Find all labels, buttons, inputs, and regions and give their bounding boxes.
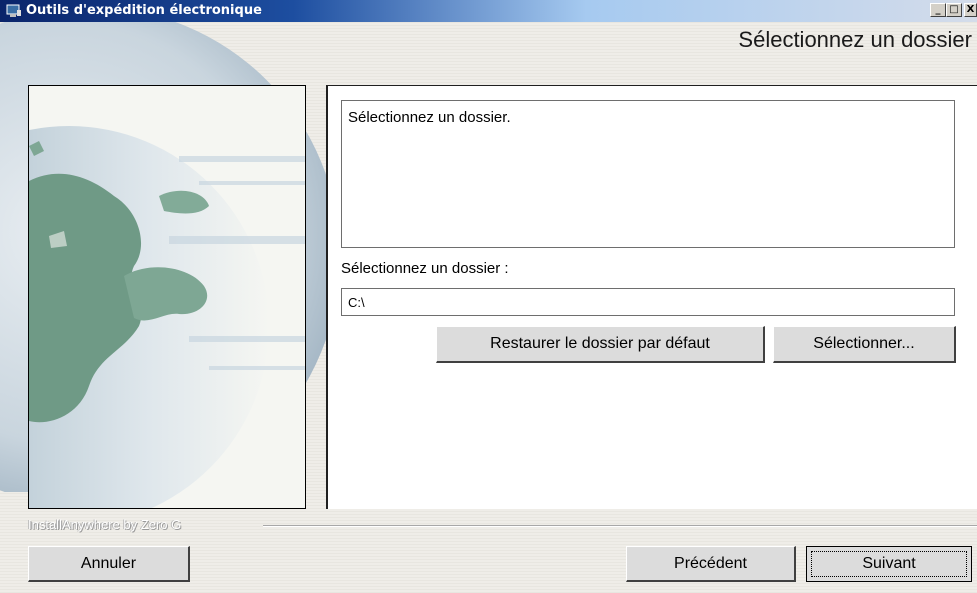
restore-default-folder-button[interactable]: Restaurer le dossier par défaut <box>436 326 765 363</box>
next-button[interactable]: Suivant <box>806 546 972 582</box>
minimize-button[interactable]: _ <box>930 3 946 17</box>
installer-window: Outils d'expédition électronique _ □ X S… <box>0 0 977 593</box>
folder-path-input[interactable] <box>341 288 955 316</box>
side-image-panel <box>28 85 306 509</box>
close-button[interactable]: X <box>964 3 977 17</box>
previous-button[interactable]: Précédent <box>626 546 796 582</box>
globe-icon <box>29 86 305 508</box>
title-bar[interactable]: Outils d'expédition électronique _ □ X <box>0 0 977 22</box>
cancel-button[interactable]: Annuler <box>28 546 190 582</box>
next-button-label: Suivant <box>811 551 967 577</box>
vendor-separator: InstallAnywhere by Zero G <box>28 517 977 535</box>
step-title: Sélectionnez un dossier <box>738 27 972 52</box>
separator-line <box>263 525 977 527</box>
select-folder-button[interactable]: Sélectionner... <box>773 326 956 363</box>
maximize-button[interactable]: □ <box>946 3 962 17</box>
instruction-text: Sélectionnez un dossier. <box>348 109 511 126</box>
window-title: Outils d'expédition électronique <box>26 3 262 18</box>
vendor-label: InstallAnywhere by Zero G <box>28 517 182 532</box>
installer-app-icon <box>6 4 21 17</box>
folder-label: Sélectionnez un dossier : <box>341 260 509 277</box>
